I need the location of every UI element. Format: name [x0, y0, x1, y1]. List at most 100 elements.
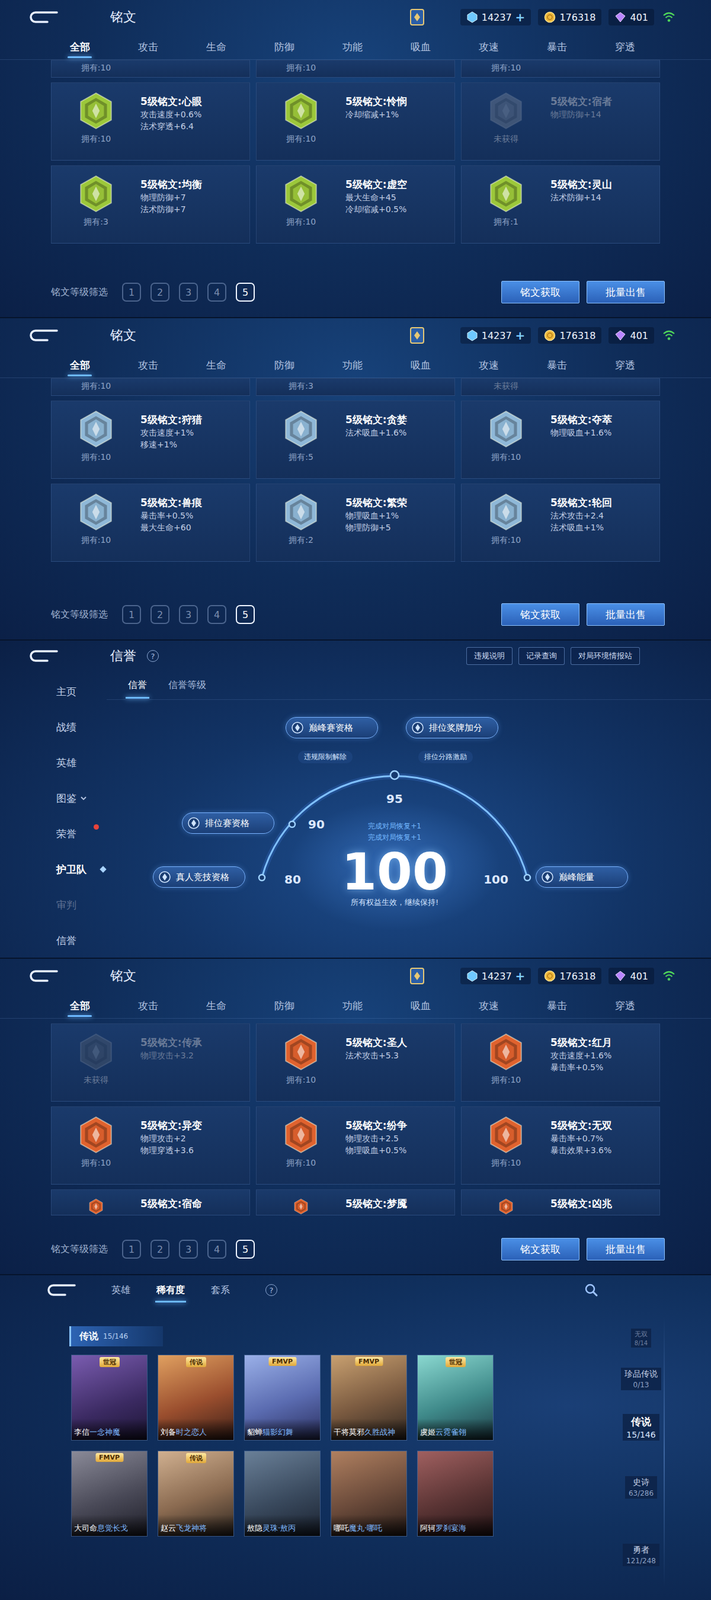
- category-tab[interactable]: 攻击: [113, 352, 182, 378]
- category-tab[interactable]: 吸血: [386, 352, 455, 378]
- collection-tab[interactable]: 英雄: [110, 1281, 132, 1299]
- perk-button[interactable]: 排位奖牌加分: [405, 716, 499, 739]
- action-button[interactable]: 批量出售: [586, 1237, 665, 1261]
- back-button[interactable]: [23, 647, 63, 665]
- level-filter-button[interactable]: 4: [207, 1239, 227, 1259]
- category-tab[interactable]: 攻击: [113, 993, 182, 1018]
- category-tab[interactable]: 生命: [181, 34, 251, 60]
- inscription-card[interactable]: 拥有:10 5级铭文:红月 攻击速度+1.6%暴击率+0.5%: [460, 1023, 661, 1102]
- inscription-card[interactable]: 拥有:10 5级铭文:纷争 物理攻击+2.5物理吸血+0.5%: [255, 1106, 456, 1185]
- inscription-card[interactable]: 拥有:3: [255, 378, 456, 396]
- category-tab[interactable]: 暴击: [522, 993, 591, 1018]
- sidebar-item[interactable]: 荣誉: [0, 815, 107, 852]
- inscription-card[interactable]: 拥有:1 5级铭文:灵山 法术防御+14: [460, 165, 661, 244]
- rarity-item[interactable]: 无双 8/14: [631, 1328, 652, 1348]
- category-tab[interactable]: 暴击: [522, 352, 591, 378]
- inscription-card[interactable]: 拥有:10 5级铭文:狩猎 攻击速度+1%移速+1%: [50, 400, 251, 479]
- perk-button[interactable]: 巅峰赛资格: [285, 716, 379, 739]
- skin-card[interactable]: 哪吒魔丸·哪吒: [330, 1450, 408, 1537]
- action-button[interactable]: 批量出售: [586, 603, 665, 626]
- level-filter-button[interactable]: 3: [178, 1239, 198, 1259]
- inscription-card[interactable]: 5级铭文:梦魇: [255, 1189, 456, 1216]
- inscription-card[interactable]: 拥有:10 5级铭文:夺萃 物理吸血+1.6%: [460, 400, 661, 479]
- inscription-card[interactable]: 拥有:10 5级铭文:怜悯 冷却缩减+1%: [255, 82, 456, 161]
- skin-card[interactable]: 传说 刘备时之恋人: [157, 1354, 235, 1441]
- sidebar-item[interactable]: 图鉴: [0, 780, 107, 816]
- category-tab[interactable]: 功能: [318, 993, 387, 1018]
- action-button[interactable]: 铭文获取: [501, 1237, 580, 1261]
- skin-card[interactable]: FMVP 貂蝉猫影幻舞: [244, 1354, 321, 1441]
- skin-card[interactable]: FMVP 干将莫邪久胜战神: [330, 1354, 408, 1441]
- level-filter-button[interactable]: 2: [150, 604, 170, 624]
- category-tab[interactable]: 穿透: [590, 34, 659, 60]
- sidebar-item[interactable]: 主页: [0, 673, 107, 710]
- category-tab[interactable]: 攻速: [454, 993, 523, 1018]
- category-tab[interactable]: 攻速: [454, 352, 523, 378]
- sidebar-item[interactable]: 信誉: [0, 922, 107, 959]
- level-filter-button[interactable]: 4: [207, 604, 227, 624]
- inscription-card[interactable]: 拥有:10: [255, 59, 456, 78]
- category-tab[interactable]: 防御: [250, 993, 319, 1018]
- top-button[interactable]: 对局环境情报站: [570, 647, 640, 665]
- action-button[interactable]: 批量出售: [586, 280, 665, 304]
- back-button[interactable]: [41, 1280, 81, 1299]
- help-button[interactable]: ?: [265, 1283, 278, 1296]
- credit-tab[interactable]: 信誉等级: [165, 675, 209, 696]
- inscription-card[interactable]: 未获得: [460, 378, 661, 396]
- inscription-card[interactable]: 拥有:10 5级铭文:兽痕 暴击率+0.5%最大生命+60: [50, 483, 251, 562]
- inscription-book-icon[interactable]: [409, 8, 425, 27]
- collection-tab[interactable]: 稀有度: [155, 1281, 187, 1299]
- rarity-item[interactable]: 传说 15/146: [622, 1413, 659, 1441]
- category-tab[interactable]: 全部: [45, 352, 114, 378]
- category-tab[interactable]: 防御: [250, 352, 319, 378]
- sidebar-item[interactable]: 审判: [0, 886, 107, 923]
- category-tab[interactable]: 攻击: [113, 34, 182, 60]
- skin-card[interactable]: 敖隐灵珠·敖丙: [244, 1450, 321, 1537]
- inscription-card[interactable]: 拥有:5 5级铭文:贪婪 法术吸血+1.6%: [255, 400, 456, 479]
- back-button[interactable]: [23, 326, 63, 345]
- rarity-item[interactable]: 史诗 63/286: [625, 1475, 658, 1499]
- skin-card[interactable]: 世冠 虞姬云霓雀翎: [417, 1354, 494, 1441]
- level-filter-button[interactable]: 5: [235, 1239, 255, 1259]
- category-tab[interactable]: 吸血: [386, 34, 455, 60]
- inscription-card[interactable]: 拥有:3 5级铭文:均衡 物理防御+7法术防御+7: [50, 165, 251, 244]
- category-tab[interactable]: 攻速: [454, 34, 523, 60]
- action-button[interactable]: 铭文获取: [501, 603, 580, 626]
- category-tab[interactable]: 功能: [318, 352, 387, 378]
- category-tab[interactable]: 生命: [181, 993, 251, 1018]
- perk-button[interactable]: 巅峰能量: [535, 866, 629, 888]
- rarity-item[interactable]: 珍品传说 0/13: [620, 1367, 662, 1391]
- inscription-card[interactable]: 拥有:10 5级铭文:圣人 法术攻击+5.3: [255, 1023, 456, 1102]
- sidebar-item[interactable]: 护卫队: [0, 851, 107, 887]
- perk-button[interactable]: 排位赛资格: [181, 812, 275, 834]
- level-filter-button[interactable]: 5: [235, 604, 255, 624]
- inscription-book-icon[interactable]: [409, 326, 425, 345]
- category-tab[interactable]: 全部: [45, 34, 114, 60]
- skin-card[interactable]: 传说 赵云飞龙神将: [157, 1450, 235, 1537]
- inscription-book-icon[interactable]: [409, 966, 425, 985]
- level-filter-button[interactable]: 2: [150, 282, 170, 302]
- add-currency-button[interactable]: +: [515, 11, 526, 24]
- add-currency-button[interactable]: +: [515, 329, 526, 342]
- inscription-card[interactable]: 5级铭文:宿命: [50, 1189, 251, 1216]
- inscription-card[interactable]: 拥有:2 5级铭文:繁荣 物理吸血+1%物理防御+5: [255, 483, 456, 562]
- category-tab[interactable]: 功能: [318, 34, 387, 60]
- category-tab[interactable]: 全部: [45, 993, 114, 1018]
- level-filter-button[interactable]: 3: [178, 604, 198, 624]
- back-button[interactable]: [23, 8, 63, 27]
- level-filter-button[interactable]: 3: [178, 282, 198, 302]
- inscription-card[interactable]: 5级铭文:凶兆: [460, 1189, 661, 1216]
- level-filter-button[interactable]: 2: [150, 1239, 170, 1259]
- level-filter-button[interactable]: 4: [207, 282, 227, 302]
- category-tab[interactable]: 穿透: [590, 993, 659, 1018]
- top-button[interactable]: 记录查询: [518, 647, 565, 665]
- category-tab[interactable]: 生命: [181, 352, 251, 378]
- inscription-card[interactable]: 拥有:10: [50, 59, 251, 78]
- category-tab[interactable]: 吸血: [386, 993, 455, 1018]
- level-filter-button[interactable]: 5: [235, 282, 255, 302]
- credit-tab[interactable]: 信誉: [125, 675, 150, 696]
- category-tab[interactable]: 防御: [250, 34, 319, 60]
- inscription-card[interactable]: 未获得 5级铭文:传承 物理攻击+3.2: [50, 1023, 251, 1102]
- search-icon[interactable]: [584, 1282, 599, 1297]
- inscription-card[interactable]: 拥有:10: [50, 378, 251, 396]
